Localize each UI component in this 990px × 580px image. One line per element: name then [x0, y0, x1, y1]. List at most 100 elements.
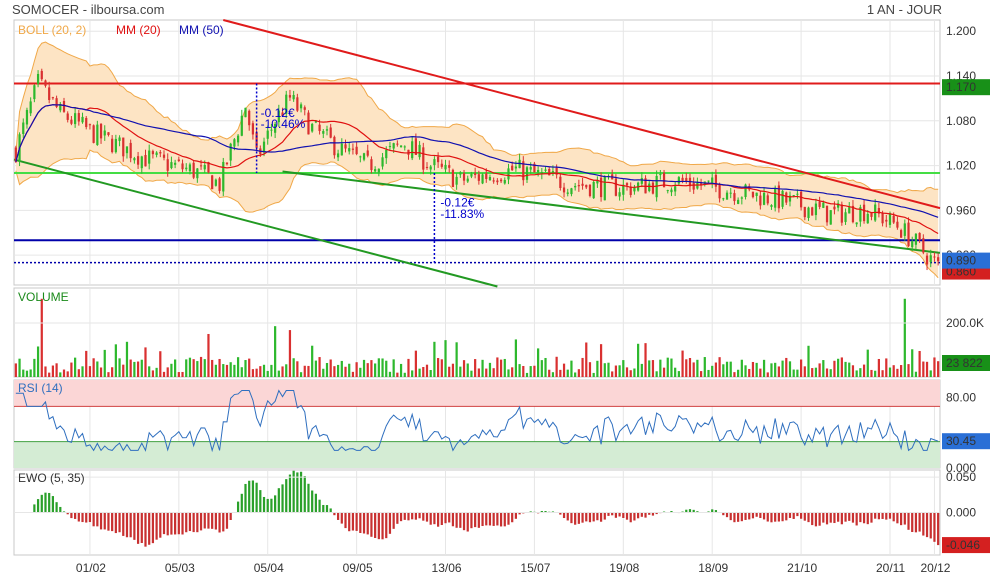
candle-body: [659, 174, 662, 176]
volume-bar: [637, 343, 640, 377]
volume-bar: [533, 365, 536, 377]
ewo-bar: [937, 512, 940, 546]
ewo-bar: [922, 512, 925, 536]
volume-bar: [570, 360, 573, 377]
ewo-bar: [281, 484, 284, 513]
ewo-bar: [455, 512, 458, 528]
volume-bar: [844, 361, 847, 377]
ewo-bar: [640, 512, 643, 517]
volume-bar: [559, 369, 562, 377]
ewo-title: EWO (5, 35): [18, 471, 85, 485]
ewo-bar: [274, 495, 277, 513]
volume-bar: [699, 371, 703, 377]
volume-bar: [688, 357, 692, 377]
volume-bar: [107, 372, 110, 377]
candle-body: [370, 159, 373, 171]
volume-bar: [374, 363, 377, 377]
candle-body: [181, 163, 184, 170]
volume-bar: [855, 370, 858, 377]
volume-bar: [703, 357, 706, 377]
candle-body: [433, 159, 436, 166]
ewo-bar: [596, 512, 599, 521]
candle-body: [785, 192, 788, 203]
ewo-bar: [925, 512, 929, 538]
volume-bar: [166, 367, 169, 377]
candle-body: [485, 173, 488, 179]
volume-bar: [211, 359, 214, 377]
candle-body: [544, 169, 547, 171]
candle-body: [766, 195, 769, 204]
candle-body: [744, 184, 747, 197]
volume-bar: [229, 362, 232, 377]
measure-label-1b: -10.46%: [261, 117, 306, 131]
ewo-bar: [633, 512, 636, 521]
ewo-bar: [411, 512, 414, 520]
ewo-bar: [592, 512, 595, 522]
ewo-bar: [144, 512, 147, 547]
ewo-bar: [81, 512, 84, 523]
candle-body: [796, 193, 799, 195]
volume-bar: [85, 350, 88, 377]
ewo-bar: [40, 494, 43, 513]
ewo-bar: [351, 512, 355, 531]
volume-bar: [914, 371, 918, 377]
ewo-bar: [799, 512, 803, 519]
volume-bar: [48, 372, 51, 377]
x-axis-label: 19/08: [609, 561, 639, 575]
ewo-bar: [451, 512, 455, 527]
volume-bar: [874, 370, 877, 377]
candle-body: [585, 184, 588, 188]
ewo-bar: [885, 512, 888, 520]
ewo-bar: [55, 502, 58, 513]
volume-bar: [411, 370, 414, 377]
volume-bar: [618, 365, 621, 377]
candle-body: [770, 205, 773, 207]
candle-body: [803, 206, 806, 218]
volume-bar: [555, 356, 558, 377]
volume-bar: [188, 357, 192, 377]
volume-bar: [240, 367, 243, 377]
measure-label-2b: -11.83%: [440, 207, 484, 221]
volume-bar: [233, 364, 236, 377]
volume-bar: [822, 360, 825, 377]
ewo-bar: [444, 512, 447, 524]
x-axis-label: 20/12: [920, 561, 950, 575]
ewo-bar: [911, 512, 914, 533]
candle-body: [359, 156, 362, 158]
ewo-bar: [781, 512, 784, 522]
ewo-bar: [322, 504, 325, 513]
candle-body: [436, 156, 440, 163]
ewo-bar: [74, 512, 77, 519]
volume-bar: [925, 361, 929, 377]
ewo-bar: [236, 501, 240, 513]
volume-bar: [396, 372, 399, 377]
ewo-bar: [462, 512, 466, 531]
candle-body: [918, 232, 921, 240]
ewo-bar: [314, 493, 317, 513]
candle-body: [525, 167, 529, 180]
volume-bar: [551, 372, 555, 377]
volume-bar: [833, 360, 836, 377]
stock-chart[interactable]: 1.2001.1401.0801.0200.9600.900-0.12€-10.…: [0, 0, 990, 580]
candle-body: [144, 155, 147, 167]
volume-bar: [933, 357, 936, 377]
volume-bar: [377, 358, 380, 377]
volume-bar: [537, 348, 540, 377]
candle-body: [481, 174, 484, 184]
volume-bar: [140, 359, 143, 377]
volume-bar: [881, 370, 884, 377]
candle-body: [177, 159, 180, 161]
ewo-bar: [33, 504, 36, 513]
ewo-bar: [899, 512, 903, 526]
ewo-bar: [155, 512, 158, 540]
candle-body: [925, 255, 929, 265]
ewo-bar: [188, 512, 192, 532]
ewo-bar: [829, 512, 832, 523]
ewo-bar: [603, 512, 606, 520]
candle-body: [122, 137, 125, 157]
volume-bar: [929, 370, 932, 377]
volume-bar: [348, 363, 351, 377]
volume-bar: [388, 371, 392, 377]
candle-body: [322, 131, 325, 134]
ewo-bar: [303, 476, 306, 513]
